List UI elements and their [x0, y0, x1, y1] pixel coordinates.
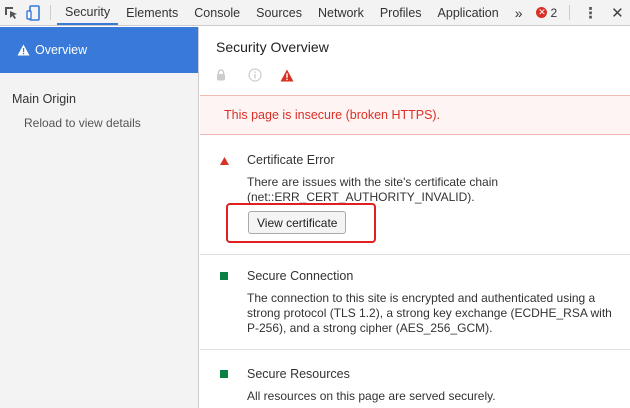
tab-sources[interactable]: Sources	[248, 0, 310, 25]
error-count: 2	[550, 5, 558, 20]
error-counter[interactable]: ✕ 2	[530, 0, 563, 25]
secure-square-icon	[220, 370, 228, 378]
more-tabs-button[interactable]: »	[507, 0, 531, 25]
devtools-toolbar: Security Elements Console Sources Networ…	[0, 0, 630, 26]
error-icon: ✕	[536, 7, 548, 18]
tab-profiles[interactable]: Profiles	[372, 0, 430, 25]
sidebar-item-overview[interactable]: Overview	[0, 27, 198, 73]
page-title: Security Overview	[216, 39, 329, 55]
tab-security[interactable]: Security	[57, 0, 119, 25]
main-origin-heading: Main Origin	[12, 92, 76, 106]
lock-icon	[216, 67, 248, 83]
device-mode-icon[interactable]	[22, 0, 44, 25]
section-divider	[200, 349, 630, 350]
toolbar-divider	[50, 5, 51, 20]
close-icon[interactable]: ✕	[605, 0, 630, 25]
secure-connection-section: Secure Connection The connection to this…	[200, 269, 630, 359]
toolbar-divider	[569, 5, 571, 20]
warning-icon	[220, 157, 229, 165]
inspect-element-icon[interactable]	[0, 0, 22, 25]
secure-square-icon	[220, 272, 228, 280]
section-heading: Secure Connection	[247, 269, 354, 283]
section-divider	[200, 254, 630, 255]
kebab-menu-icon[interactable]: ⋮	[576, 0, 605, 25]
section-heading: Certificate Error	[247, 153, 335, 167]
reload-hint: Reload to view details	[24, 116, 141, 130]
section-text: All resources on this page are served se…	[247, 389, 496, 403]
tab-network[interactable]: Network	[310, 0, 372, 25]
tab-elements[interactable]: Elements	[118, 0, 186, 25]
view-certificate-button[interactable]: View certificate	[248, 211, 347, 234]
section-heading: Secure Resources	[247, 367, 350, 381]
tab-console[interactable]: Console	[186, 0, 248, 25]
security-sidebar: Overview Main Origin Reload to view deta…	[0, 27, 199, 408]
section-text: There are issues with the site's certifi…	[247, 175, 499, 204]
sidebar-item-label: Overview	[35, 43, 88, 57]
info-icon	[248, 67, 280, 83]
tab-application[interactable]: Application	[430, 0, 507, 25]
insecure-banner: This page is insecure (broken HTTPS).	[200, 95, 630, 135]
secure-resources-section: Secure Resources All resources on this p…	[200, 367, 630, 408]
security-overview-panel: Security Overview This page is insecure …	[200, 27, 630, 408]
security-state-icons	[216, 67, 312, 83]
warning-icon	[17, 44, 30, 56]
warning-icon	[280, 67, 312, 83]
section-text: The connection to this site is encrypted…	[247, 291, 612, 335]
